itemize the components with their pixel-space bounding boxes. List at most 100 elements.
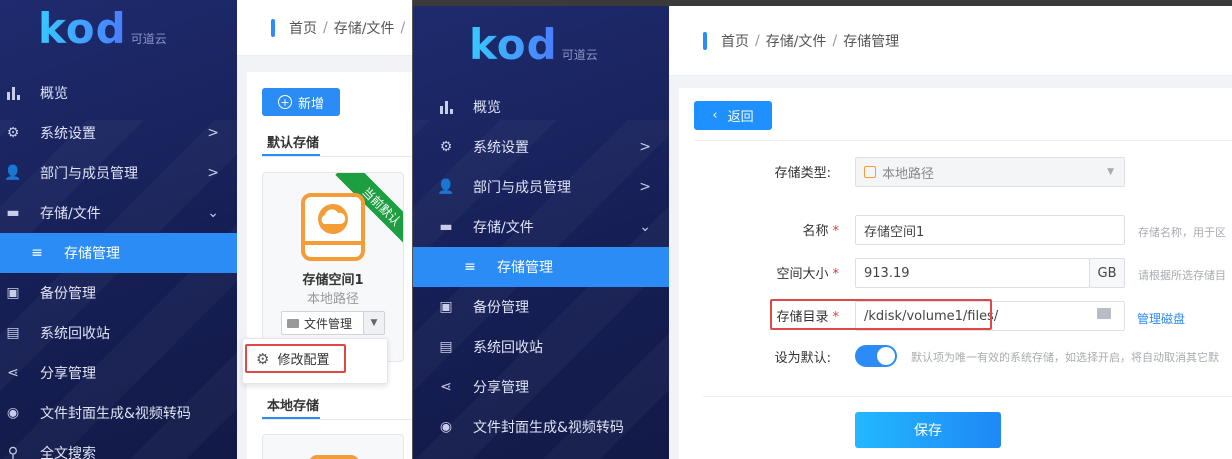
- folder-icon: ▬: [6, 205, 20, 221]
- breadcrumb-marker: [703, 31, 707, 50]
- space-size-label: 空间大小 *: [776, 267, 839, 282]
- storage-dir-highlight: [770, 299, 992, 330]
- gear-icon: ⚙: [6, 125, 20, 141]
- sidebar-item-9[interactable]: ⚲ 全文搜索: [0, 433, 237, 459]
- sidebar-item-label: 文件封面生成&视频转码: [473, 420, 624, 436]
- backup-icon: ▣: [439, 299, 453, 315]
- size-unit: GB: [1089, 258, 1125, 288]
- name-hint: 存储名称，用于区: [1138, 226, 1226, 239]
- sidebar-item-8[interactable]: ◉ 文件封面生成&视频转码: [413, 407, 669, 447]
- sidebar-item-1[interactable]: ⚙ 系统设置 >: [413, 127, 669, 167]
- name-input[interactable]: 存储空间1: [855, 215, 1125, 245]
- left-breadcrumb: 首页 / 存储/文件 /: [237, 0, 412, 56]
- sidebar-item-7[interactable]: ⋖ 分享管理: [0, 353, 237, 393]
- sidebar-item-4[interactable]: ≡ 存储管理: [413, 247, 669, 287]
- file-manage-button[interactable]: 文件管理: [282, 312, 364, 334]
- cloud-drive-icon: [301, 193, 365, 261]
- right-sidebar: kod 可道云 概览 ⚙ 系统设置 > 👤 部门与成员管理 > ▬ 存储/文件 ⌄ ≡ 存储管理 ▣ 备份…: [413, 0, 669, 459]
- storage-type-label: 存储类型:: [774, 166, 831, 181]
- breadcrumb-storage-manage: 存储管理: [843, 33, 900, 50]
- sidebar-item-label: 分享管理: [40, 366, 96, 382]
- folder-browse-icon[interactable]: [1097, 308, 1111, 319]
- users-icon: 👤: [437, 179, 455, 195]
- sidebar-item-6[interactable]: ▤ 系统回收站: [0, 313, 237, 353]
- sidebar-item-label: 全文搜索: [40, 446, 96, 459]
- kod-logo[interactable]: kod 可道云: [469, 20, 598, 69]
- chevron-right-icon: >: [639, 179, 651, 195]
- recycle-icon: ▤: [6, 325, 20, 341]
- back-button[interactable]: ‹ 返回: [694, 101, 772, 130]
- sidebar-item-0[interactable]: 概览: [0, 73, 237, 113]
- database-icon: ≡: [31, 245, 43, 261]
- sidebar-item-label: 存储/文件: [40, 206, 101, 222]
- sidebar-item-5[interactable]: ▣ 备份管理: [413, 287, 669, 327]
- sidebar-item-label: 系统设置: [473, 140, 529, 156]
- gear-icon: ⚙: [439, 139, 453, 155]
- storage-name: 存储空间1: [302, 273, 364, 288]
- sidebar-item-label: 概览: [473, 100, 501, 116]
- breadcrumb-home[interactable]: 首页: [721, 31, 749, 51]
- right-screenshot-panel: kod 可道云 概览 ⚙ 系统设置 > 👤 部门与成员管理 > ▬ 存储/文件 ⌄ ≡ 存储管理 ▣ 备份…: [412, 0, 1232, 459]
- sidebar-item-4[interactable]: ≡ 存储管理: [0, 233, 237, 273]
- sidebar-item-label: 存储管理: [497, 260, 553, 276]
- sidebar-item-label: 备份管理: [473, 300, 529, 316]
- breadcrumb-storage-files[interactable]: 存储/文件: [766, 31, 827, 51]
- storage-type-value: 本地路径: [882, 166, 935, 182]
- chevron-down-icon: ⌄: [207, 205, 219, 221]
- breadcrumb-storage-files[interactable]: 存储/文件: [334, 18, 395, 38]
- folder-icon: [287, 318, 299, 328]
- bar-chart-icon: [437, 100, 455, 114]
- sidebar-item-7[interactable]: ⋖ 分享管理: [413, 367, 669, 407]
- sidebar-item-label: 部门与成员管理: [40, 166, 138, 182]
- sidebar-item-8[interactable]: ◉ 文件封面生成&视频转码: [0, 393, 237, 433]
- sidebar-item-label: 存储管理: [64, 246, 120, 262]
- sidebar-item-3[interactable]: ▬ 存储/文件 ⌄: [413, 207, 669, 247]
- left-screenshot-panel: kod 可道云 概览 ⚙ 系统设置 > 👤 部门与成员管理 > ▬ 存储/文件 ⌄ ≡ 存储管理 ▣ 备份…: [0, 0, 412, 459]
- logo-text: kod: [469, 20, 558, 69]
- storage-type-select[interactable]: 本地路径 ▼: [855, 157, 1125, 187]
- set-default-label: 设为默认:: [774, 351, 831, 366]
- storage-card-local[interactable]: [262, 434, 404, 459]
- sidebar-item-5[interactable]: ▣ 备份管理: [0, 273, 237, 313]
- manage-disk-link[interactable]: 管理磁盘: [1137, 310, 1185, 327]
- name-label: 名称 *: [802, 224, 839, 239]
- chevron-right-icon: >: [207, 125, 219, 141]
- chevron-down-icon: ▼: [1107, 167, 1114, 177]
- back-button-label: 返回: [727, 110, 754, 125]
- search-icon: ⚲: [7, 445, 19, 459]
- breadcrumb-home[interactable]: 首页: [289, 18, 317, 38]
- add-button-label: 新增: [297, 96, 324, 112]
- sidebar-item-label: 部门与成员管理: [473, 180, 571, 196]
- video-icon: ◉: [439, 419, 453, 435]
- sidebar-item-1[interactable]: ⚙ 系统设置 >: [0, 113, 237, 153]
- sidebar-item-label: 存储/文件: [473, 220, 534, 236]
- chevron-down-icon: ⌄: [639, 219, 651, 235]
- sidebar-item-label: 系统回收站: [40, 326, 110, 342]
- storage-card[interactable]: 当前默认 存储空间1 本地路径 文件管理 ▼: [262, 172, 404, 362]
- file-manage-split-button[interactable]: 文件管理 ▼: [281, 311, 385, 335]
- sidebar-item-label: 概览: [40, 86, 68, 102]
- chevron-right-icon: >: [639, 139, 651, 155]
- bar-chart-icon: [4, 86, 22, 100]
- logo-text: kod: [38, 4, 127, 53]
- set-default-toggle[interactable]: [855, 345, 897, 367]
- sidebar-item-2[interactable]: 👤 部门与成员管理 >: [413, 167, 669, 207]
- kod-logo[interactable]: kod 可道云: [38, 4, 167, 53]
- sidebar-item-6[interactable]: ▤ 系统回收站: [413, 327, 669, 367]
- sidebar-item-0[interactable]: 概览: [413, 87, 669, 127]
- dropdown-caret-icon[interactable]: ▼: [364, 312, 384, 334]
- add-storage-button[interactable]: + 新增: [262, 88, 340, 116]
- video-icon: ◉: [6, 405, 20, 421]
- sidebar-item-2[interactable]: 👤 部门与成员管理 >: [0, 153, 237, 193]
- sidebar-item-label: 分享管理: [473, 380, 529, 396]
- sidebar-item-label: 系统回收站: [473, 340, 543, 356]
- plus-circle-icon: +: [277, 95, 292, 109]
- space-size-input[interactable]: 913.19: [855, 258, 1090, 288]
- save-button[interactable]: 保存: [855, 412, 1001, 448]
- folder-icon: ▬: [439, 219, 453, 235]
- share-icon: ⋖: [7, 365, 19, 381]
- right-breadcrumb: 首页 / 存储/文件 / 存储管理: [669, 6, 1232, 76]
- storage-type: 本地路径: [306, 292, 359, 307]
- section-default-storage: 默认存储: [267, 136, 320, 151]
- sidebar-item-3[interactable]: ▬ 存储/文件 ⌄: [0, 193, 237, 233]
